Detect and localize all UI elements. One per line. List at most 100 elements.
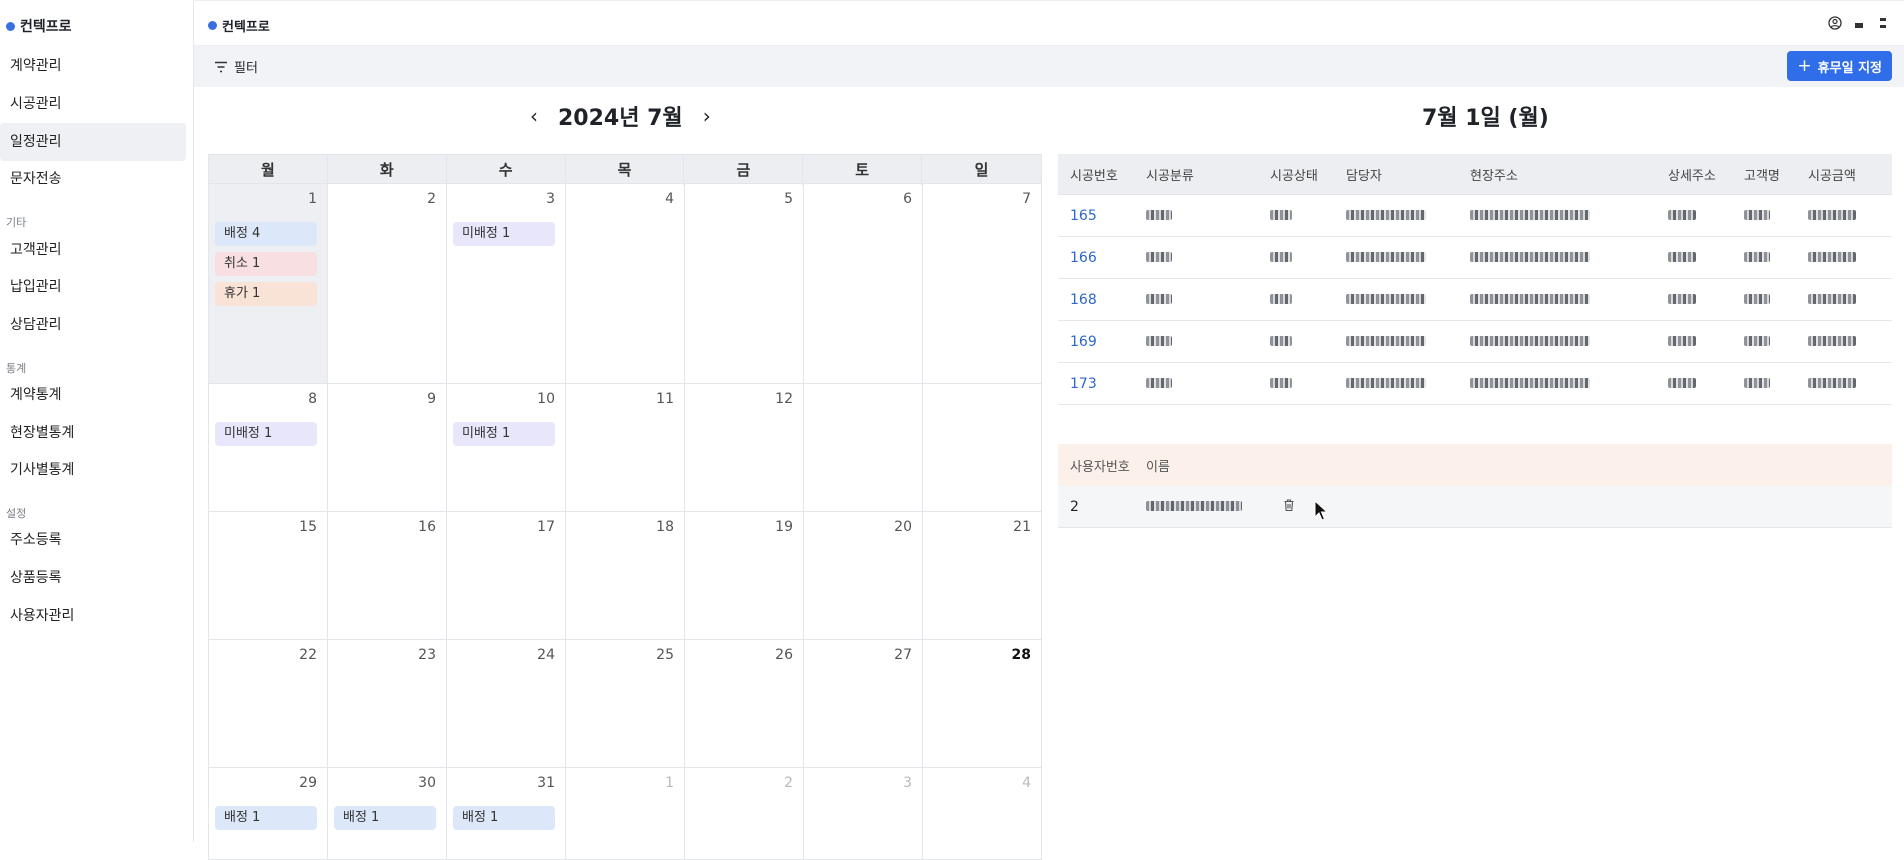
weekday-label: 수 — [447, 155, 566, 185]
table-row[interactable]: 168 — [1058, 279, 1892, 321]
day-events: 배정 1 — [215, 806, 317, 830]
calendar-day-cell[interactable]: 8 미배정 1 — [209, 384, 328, 512]
event-badge[interactable]: 취소 1 — [215, 252, 317, 276]
weekday-label: 일 — [974, 161, 989, 179]
event-badge[interactable]: 배정 4 — [215, 222, 317, 246]
calendar-day-cell[interactable]: 7 — [923, 184, 1042, 384]
calendar-day-cell[interactable]: 18 — [566, 512, 685, 640]
sidebar-item-address[interactable]: 주소등록 — [0, 521, 186, 559]
event-badge[interactable]: 배정 1 — [215, 806, 317, 830]
event-badge[interactable]: 미배정 1 — [453, 422, 555, 446]
table-row[interactable]: 166 — [1058, 237, 1892, 279]
filter-button[interactable]: 필터 — [214, 57, 258, 76]
prev-month-chevron-icon[interactable]: ‹ — [530, 104, 538, 128]
set-holiday-label: 휴무일 지정 — [1817, 60, 1882, 76]
sidebar-item-contract-stats[interactable]: 계약통계 — [0, 376, 186, 414]
set-holiday-button[interactable]: + 휴무일 지정 — [1787, 51, 1892, 81]
sidebar-brand[interactable]: 컨텍프로 — [6, 16, 72, 36]
table-row[interactable]: 169 — [1058, 321, 1892, 363]
event-badge[interactable]: 휴가 1 — [215, 282, 317, 306]
window-icon[interactable] — [1852, 16, 1866, 30]
redacted-cell — [1808, 208, 1892, 224]
weekday-label: 목 — [566, 155, 685, 185]
redacted-text — [1270, 377, 1292, 388]
calendar-day-cell[interactable]: 11 — [566, 384, 685, 512]
calendar-day-cell[interactable]: 27 — [804, 640, 923, 768]
construction-number-link[interactable]: 168 — [1058, 292, 1146, 308]
next-month-chevron-icon[interactable]: › — [703, 104, 711, 128]
trash-icon[interactable] — [1282, 498, 1296, 512]
user-circle-icon[interactable] — [1828, 16, 1842, 30]
calendar-day-cell[interactable]: 9 — [328, 384, 447, 512]
day-number: 3 — [546, 191, 555, 207]
sidebar-item-technician-stats[interactable]: 기사별통계 — [0, 451, 186, 489]
day-events: 배정 1 — [334, 806, 436, 830]
construction-number-link[interactable]: 173 — [1058, 376, 1146, 392]
calendar-day-cell[interactable]: 19 — [685, 512, 804, 640]
day-number: 30 — [418, 775, 436, 791]
sidebar-item-users[interactable]: 사용자관리 — [0, 597, 186, 635]
calendar-day-cell[interactable]: 5 — [685, 184, 804, 384]
calendar-day-cell[interactable]: 12 — [685, 384, 804, 512]
redacted-text — [1146, 335, 1172, 346]
calendar-day-cell[interactable]: 17 — [447, 512, 566, 640]
calendar-day-cell[interactable]: 24 — [447, 640, 566, 768]
topbar-brand: 컨텍프로 — [208, 16, 270, 35]
calendar-day-cell[interactable]: 6 — [804, 184, 923, 384]
sidebar-item-contract[interactable]: 계약관리 — [0, 47, 186, 85]
calendar-day-cell[interactable]: 21 — [923, 512, 1042, 640]
event-badge[interactable]: 미배정 1 — [215, 422, 317, 446]
calendar-day-cell[interactable]: 3 — [804, 768, 923, 860]
calendar-day-cell[interactable]: 2 — [328, 184, 447, 384]
table-row[interactable]: 173 — [1058, 363, 1892, 405]
calendar-day-cell[interactable]: 16 — [328, 512, 447, 640]
calendar-day-cell[interactable]: 2 — [685, 768, 804, 860]
sidebar-item-schedule[interactable]: 일정관리 — [0, 123, 186, 161]
calendar-day-cell[interactable] — [923, 384, 1042, 512]
weekday-label: 토 — [803, 155, 923, 185]
redacted-cell — [1808, 376, 1892, 392]
redacted-text — [1346, 251, 1426, 262]
calendar-day-cell[interactable]: 22 — [209, 640, 328, 768]
calendar-day-cell[interactable]: 15 — [209, 512, 328, 640]
calendar-day-cell[interactable] — [804, 384, 923, 512]
calendar-day-cell[interactable]: 1 배정 4 취소 1 휴가 1 — [209, 184, 328, 384]
sidebar-item-payments[interactable]: 납입관리 — [0, 268, 186, 306]
calendar-day-cell[interactable]: 28 — [923, 640, 1042, 768]
calendar-day-cell[interactable]: 3 미배정 1 — [447, 184, 566, 384]
calendar-day-cell[interactable]: 29 배정 1 — [209, 768, 328, 860]
calendar-day-cell[interactable]: 31 배정 1 — [447, 768, 566, 860]
weekday-label: 월 — [209, 155, 328, 185]
calendar-day-cell[interactable]: 4 — [923, 768, 1042, 860]
sidebar-item-construction[interactable]: 시공관리 — [0, 85, 186, 123]
calendar-day-cell[interactable]: 26 — [685, 640, 804, 768]
menu-icon[interactable] — [1876, 16, 1890, 30]
sidebar-item-sms[interactable]: 문자전송 — [0, 160, 186, 198]
day-number: 10 — [537, 391, 555, 407]
event-badge[interactable]: 배정 1 — [453, 806, 555, 830]
redacted-text — [1744, 209, 1770, 220]
event-badge[interactable]: 배정 1 — [334, 806, 436, 830]
day-events: 미배정 1 — [453, 222, 555, 246]
day-number: 19 — [775, 519, 793, 535]
calendar-day-cell[interactable]: 10 미배정 1 — [447, 384, 566, 512]
table-row[interactable]: 165 — [1058, 195, 1892, 237]
sidebar-item-site-stats[interactable]: 현장별통계 — [0, 414, 186, 452]
mouse-cursor-icon — [1314, 500, 1328, 521]
construction-number-link[interactable]: 169 — [1058, 334, 1146, 350]
calendar-day-cell[interactable]: 4 — [566, 184, 685, 384]
construction-number-link[interactable]: 166 — [1058, 250, 1146, 266]
sidebar-item-products[interactable]: 상품등록 — [0, 559, 186, 597]
event-badge[interactable]: 미배정 1 — [453, 222, 555, 246]
calendar-week-row: 15 16 17 18 19 20 21 — [208, 512, 1042, 640]
day-number: 1 — [665, 775, 674, 791]
construction-number-link[interactable]: 165 — [1058, 208, 1146, 224]
sidebar-item-consult[interactable]: 상담관리 — [0, 306, 186, 344]
sidebar-item-customers[interactable]: 고객관리 — [0, 231, 186, 269]
calendar-day-cell[interactable]: 23 — [328, 640, 447, 768]
calendar-day-cell[interactable]: 25 — [566, 640, 685, 768]
calendar-day-cell[interactable]: 20 — [804, 512, 923, 640]
column-header: 사용자번호 — [1070, 459, 1130, 475]
calendar-day-cell[interactable]: 30 배정 1 — [328, 768, 447, 860]
calendar-day-cell[interactable]: 1 — [566, 768, 685, 860]
